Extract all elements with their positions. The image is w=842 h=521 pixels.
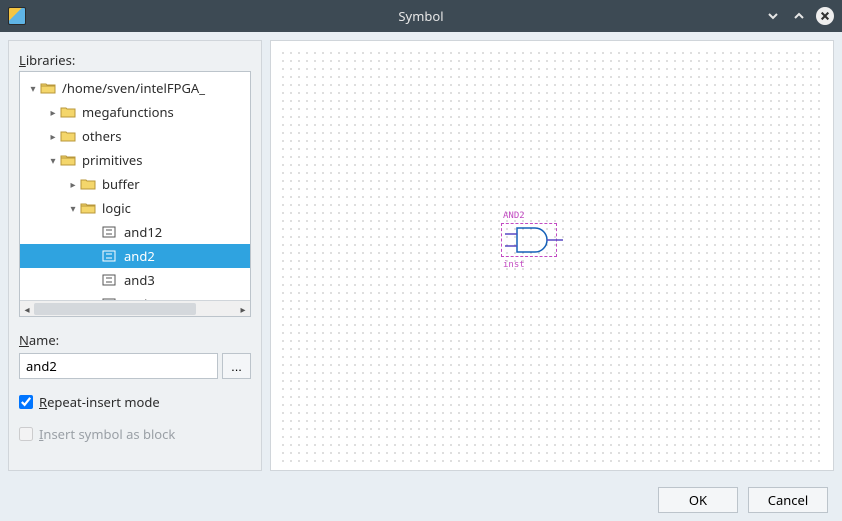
close-icon[interactable] — [816, 7, 834, 25]
tree-item-logic[interactable]: ▾ logic — [20, 196, 250, 220]
name-label: Name: — [19, 331, 251, 349]
browse-button[interactable]: ... — [222, 353, 251, 379]
insert-as-block-check — [19, 427, 33, 441]
folder-open-icon — [40, 81, 56, 95]
tree-h-scrollbar[interactable]: ◂ ▸ — [20, 300, 250, 316]
insert-as-block-checkbox: Insert symbol as block — [19, 425, 251, 443]
folder-open-icon — [80, 201, 96, 215]
title-bar: Symbol — [0, 0, 842, 32]
chevron-down-icon[interactable]: ▾ — [46, 153, 60, 167]
folder-icon — [80, 177, 96, 191]
tree-item-buffer[interactable]: ▸ buffer — [20, 172, 250, 196]
tree-item-label: others — [82, 127, 122, 145]
tree-item-and4[interactable]: and4 — [20, 292, 250, 300]
insert-as-block-label: Insert symbol as block — [39, 425, 175, 443]
libraries-label: Libraries: — [19, 51, 251, 69]
left-panel: Libraries: ▾ /home/sven/intelFPGA_ ▸ — [8, 40, 262, 471]
minimize-icon[interactable] — [764, 7, 782, 25]
app-icon — [8, 7, 26, 25]
name-input[interactable] — [19, 353, 218, 379]
repeat-insert-check[interactable] — [19, 395, 33, 409]
symbol-icon — [102, 249, 118, 263]
symbol-type-label: AND2 — [503, 211, 525, 221]
tree-item-label: logic — [102, 199, 131, 217]
folder-icon — [60, 129, 76, 143]
ok-button[interactable]: OK — [658, 487, 738, 513]
window-controls — [764, 7, 834, 25]
tree-item-label: and12 — [124, 223, 162, 241]
chevron-right-icon[interactable]: ▸ — [46, 105, 60, 119]
tree-item-label: and3 — [124, 271, 155, 289]
tree-item-and2[interactable]: and2 — [20, 244, 250, 268]
chevron-right-icon[interactable]: ▸ — [46, 129, 60, 143]
symbol-icon — [102, 273, 118, 287]
and-gate-icon — [505, 226, 563, 254]
symbol-instance-label: inst — [503, 260, 525, 270]
symbol-preview[interactable]: AND2 inst — [270, 40, 834, 471]
scroll-left-icon[interactable]: ◂ — [20, 302, 34, 316]
tree-item-label: and2 — [124, 247, 155, 265]
folder-open-icon — [60, 153, 76, 167]
dialog-body: Libraries: ▾ /home/sven/intelFPGA_ ▸ — [0, 32, 842, 479]
tree-item-root[interactable]: ▾ /home/sven/intelFPGA_ — [20, 76, 250, 100]
name-section: Name: ... — [19, 331, 251, 379]
libraries-tree: ▾ /home/sven/intelFPGA_ ▸ megafunctions — [19, 71, 251, 317]
scroll-track[interactable] — [34, 302, 236, 316]
chevron-down-icon[interactable]: ▾ — [66, 201, 80, 215]
chevron-down-icon[interactable]: ▾ — [26, 81, 40, 95]
tree-item-primitives[interactable]: ▾ primitives — [20, 148, 250, 172]
repeat-insert-checkbox[interactable]: Repeat-insert mode — [19, 393, 251, 411]
tree-item-others[interactable]: ▸ others — [20, 124, 250, 148]
folder-icon — [60, 105, 76, 119]
repeat-insert-label: Repeat-insert mode — [39, 393, 160, 411]
tree-item-and3[interactable]: and3 — [20, 268, 250, 292]
dialog-footer: OK Cancel — [0, 479, 842, 521]
tree-item-megafunctions[interactable]: ▸ megafunctions — [20, 100, 250, 124]
maximize-icon[interactable] — [790, 7, 808, 25]
tree-item-label: buffer — [102, 175, 140, 193]
tree-item-label: /home/sven/intelFPGA_ — [62, 79, 205, 97]
scroll-thumb[interactable] — [34, 303, 196, 315]
chevron-right-icon[interactable]: ▸ — [66, 177, 80, 191]
tree-item-and12[interactable]: and12 — [20, 220, 250, 244]
symbol-icon — [102, 225, 118, 239]
tree-scroll-area[interactable]: ▾ /home/sven/intelFPGA_ ▸ megafunctions — [20, 72, 250, 300]
window-title: Symbol — [0, 7, 842, 25]
cancel-button[interactable]: Cancel — [748, 487, 828, 513]
symbol-and2[interactable]: AND2 inst — [501, 217, 563, 263]
scroll-right-icon[interactable]: ▸ — [236, 302, 250, 316]
tree-item-label: megafunctions — [82, 103, 174, 121]
tree-item-label: primitives — [82, 151, 142, 169]
